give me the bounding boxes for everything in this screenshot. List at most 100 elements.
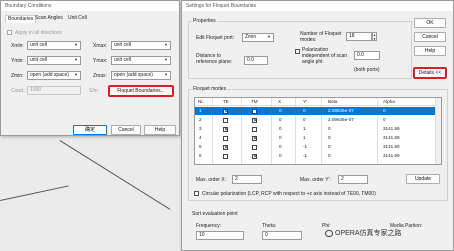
properties-label: Properties (192, 18, 217, 24)
theta-label: Theta: (262, 223, 277, 229)
watermark: OPERA仿真专家之路 (325, 228, 402, 238)
xmin-select[interactable]: unit cell ▼ (27, 41, 81, 50)
chevron-down-icon: ▼ (74, 42, 78, 47)
te-checkbox[interactable] (223, 154, 228, 159)
circular-polarization-checkbox[interactable] (194, 191, 199, 196)
xmax-label: Xmax: (93, 43, 108, 49)
canvas-line (0, 185, 69, 201)
edit-port-label: Edit Floquet port: (196, 35, 235, 41)
table-row[interactable]: 2 ✕ 0 0 2.09645e-07 0 (195, 116, 441, 124)
te-checkbox[interactable] (223, 136, 228, 141)
max-order-x-label: Max. order X: (196, 177, 227, 183)
frequency-field[interactable]: 10 (196, 231, 244, 240)
row-number: 5 (199, 144, 202, 149)
tm-checkbox[interactable]: ✕ (252, 154, 257, 160)
polarization-checkbox[interactable] (295, 49, 300, 54)
beta-cell: 2.09645e-07 (328, 117, 354, 122)
te-checkbox[interactable]: ✕ (223, 127, 228, 133)
floquet-modes-table[interactable]: Nr. TE TM X Y' Beta Alpha 1 ✕ 0 0 2.09645e-0… (194, 97, 442, 165)
ok-button[interactable]: OK (414, 18, 446, 28)
table-row[interactable]: 3 ✕ 0 1 0 3141.59 (195, 125, 441, 133)
update-button[interactable]: Update (406, 174, 440, 184)
row-number: 1 (199, 108, 202, 113)
ymax-select[interactable]: unit cell ▼ (111, 56, 171, 65)
beta-cell: 0 (328, 144, 331, 149)
tm-checkbox[interactable]: ✕ (252, 118, 257, 124)
apply-all-checkbox[interactable] (7, 30, 12, 35)
polarization-field[interactable]: 0.0 (354, 51, 380, 60)
y-order-cell: 1 (303, 135, 306, 140)
column-header: Y' (303, 99, 307, 104)
table-row[interactable]: 1 ✕ 0 0 2.09645e-07 0 (195, 107, 441, 115)
help-button[interactable]: Help (414, 46, 446, 56)
cond-field[interactable]: 1000 (27, 86, 81, 95)
max-order-y-field[interactable]: 2 (338, 175, 368, 184)
chevron-down-icon: ▼ (74, 57, 78, 62)
tab-unit-cell[interactable]: Unit Cell (66, 15, 89, 22)
beta-cell: 0 (328, 153, 331, 158)
y-order-cell: 1 (303, 126, 306, 131)
both-ports-label: (both ports) (354, 67, 380, 73)
table-row[interactable]: 6 ✕ 0 -1 0 3141.59 (195, 152, 441, 160)
zmax-select[interactable]: open (add space) ▼ (111, 71, 171, 80)
details-button[interactable]: Details << (413, 67, 447, 79)
table-scrollbar[interactable] (435, 98, 441, 164)
polarization-label: Polarization independent of scan angle p… (302, 47, 348, 65)
help-button[interactable]: Help (144, 125, 176, 135)
alpha-cell: 3141.59 (383, 126, 400, 131)
column-header: Beta (328, 99, 338, 104)
x-order-cell: 0 (279, 144, 282, 149)
alpha-cell: 0 (383, 117, 386, 122)
edit-port-select[interactable]: Zmin ▼ (242, 33, 274, 42)
tm-checkbox[interactable] (252, 145, 257, 150)
theta-field[interactable]: 0 (262, 231, 302, 240)
max-order-x-field[interactable]: 2 (232, 175, 262, 184)
chevron-down-icon: ▼ (164, 57, 168, 62)
tab-boundaries[interactable]: Boundaries (5, 15, 37, 23)
num-modes-field[interactable]: 18 (346, 32, 372, 41)
xmax-select[interactable]: unit cell ▼ (111, 41, 171, 50)
unit-label: S/m (89, 88, 98, 94)
dialog-title: Boundary Conditions (1, 1, 179, 11)
x-order-cell: 0 (279, 126, 282, 131)
frequency-label: Frequency: (196, 223, 222, 229)
table-row[interactable]: 4 ✕ 0 1 0 3141.59 (195, 134, 441, 142)
distance-field[interactable]: 0.0 (244, 56, 268, 65)
num-modes-spinner[interactable]: ▲ ▼ (372, 32, 377, 41)
cancel-button[interactable]: Cancel (111, 125, 141, 135)
sort-evaluation-label: Sort evaluation point (192, 211, 238, 217)
boundary-conditions-dialog: Boundary Conditions Boundaries Scan Angl… (0, 0, 180, 136)
x-order-cell: 0 (279, 117, 282, 122)
zmin-select[interactable]: open (add space) ▼ (27, 71, 81, 80)
max-order-y-label: Max. order Y': (300, 177, 331, 183)
row-number: 2 (199, 117, 202, 122)
x-order-cell: 0 (279, 108, 282, 113)
canvas-line (59, 140, 171, 210)
beta-cell: 2.09645e-07 (328, 108, 354, 113)
te-checkbox[interactable]: ✕ (223, 145, 228, 151)
table-header: Nr. TE TM X Y' Beta Alpha (195, 98, 441, 106)
tab-scan-angles[interactable]: Scan Angles (33, 15, 65, 22)
cancel-button[interactable]: Cancel (414, 32, 446, 42)
y-order-cell: -1 (303, 153, 308, 158)
x-order-cell: 0 (279, 153, 282, 158)
ymin-select[interactable]: unit cell ▼ (27, 56, 81, 65)
ok-button[interactable]: 确定 (73, 125, 107, 135)
distance-label: Distance to reference plane: (196, 53, 233, 65)
cond-label: Cond.: (11, 88, 26, 94)
zmax-label: Zmax: (93, 73, 107, 79)
tm-checkbox[interactable] (252, 127, 257, 132)
tm-checkbox[interactable]: ✕ (252, 136, 257, 142)
te-checkbox[interactable] (223, 118, 228, 123)
floquet-boundaries-button[interactable]: Floquet Boundaries... (108, 85, 174, 97)
xmin-label: Xmin: (11, 43, 24, 49)
column-header: Alpha (383, 99, 395, 104)
row-number: 4 (199, 135, 202, 140)
te-checkbox[interactable]: ✕ (223, 109, 228, 115)
beta-cell: 0 (328, 126, 331, 131)
tm-checkbox[interactable] (252, 109, 257, 114)
alpha-cell: 3141.59 (383, 144, 400, 149)
table-row[interactable]: 5 ✕ 0 -1 0 3141.59 (195, 143, 441, 151)
circular-polarization-label: Circular polarization (LCP, RCP with res… (202, 191, 376, 197)
wechat-icon (325, 229, 333, 237)
